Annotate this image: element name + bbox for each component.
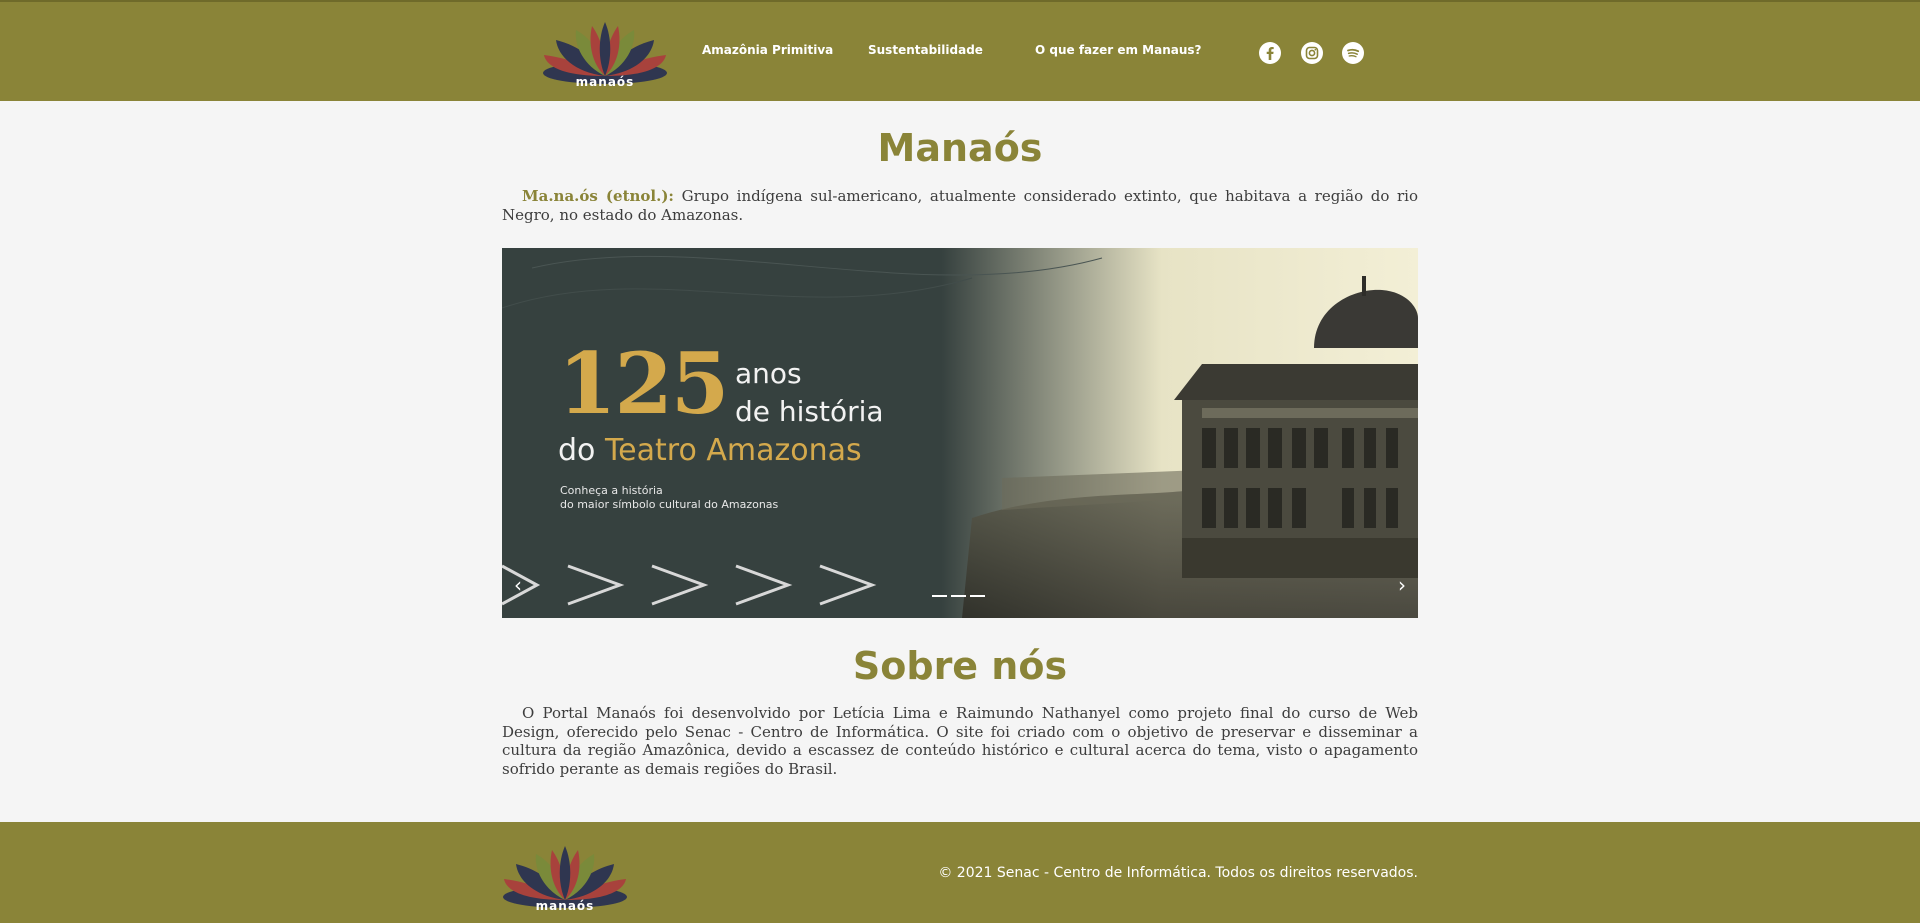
carousel-line3-highlight: Teatro Amazonas	[604, 433, 862, 468]
header-logo[interactable]: manaós	[540, 20, 670, 92]
carousel-indicators	[932, 595, 985, 597]
carousel-subtitle: Conheça a história do maior símbolo cult…	[560, 484, 778, 512]
carousel-line3-prefix: do	[558, 433, 605, 468]
carousel-line3: do Teatro Amazonas	[558, 436, 862, 466]
nav-sustentabilidade[interactable]: Sustentabilidade	[868, 43, 983, 57]
logo-wordmark: manaós	[575, 75, 635, 89]
carousel-indicator-3[interactable]	[970, 595, 985, 597]
carousel-indicator-2[interactable]	[951, 595, 966, 597]
carousel-subtitle-line1: Conheça a história	[560, 484, 663, 497]
page-title: Manaós	[877, 126, 1043, 170]
carousel-next-button[interactable]: ›	[1392, 573, 1412, 597]
site-header: manaós Amazônia Primitiva Sustentabilida…	[0, 0, 1920, 101]
facebook-link[interactable]	[1259, 42, 1281, 64]
carousel-number: 125	[558, 334, 729, 433]
intro-paragraph: Ma.na.ós (etnol.): Grupo indígena sul-am…	[502, 187, 1418, 224]
carousel-line2: de história	[735, 395, 884, 428]
about-paragraph: O Portal Manaós foi desenvolvido por Let…	[502, 704, 1418, 778]
about-title: Sobre nós	[852, 644, 1068, 688]
carousel-subtitle-line2: do maior símbolo cultural do Amazonas	[560, 498, 779, 511]
footer-copyright: © 2021 Senac - Centro de Informática. To…	[938, 865, 1418, 881]
instagram-icon	[1305, 46, 1319, 60]
footer-logo[interactable]: manaós	[500, 844, 630, 916]
carousel-indicator-1[interactable]	[932, 595, 947, 597]
nav-o-que-fazer[interactable]: O que fazer em Manaus?	[1035, 43, 1202, 57]
spotify-icon	[1347, 48, 1360, 58]
site-footer: manaós © 2021 Senac - Centro de Informát…	[0, 822, 1920, 923]
spotify-link[interactable]	[1342, 42, 1364, 64]
intro-term: Ma.na.ós (etnol.):	[522, 187, 674, 205]
facebook-icon	[1266, 47, 1274, 60]
image-carousel[interactable]: 125 anos de história do Teatro Amazonas …	[502, 248, 1418, 618]
logo-wordmark: manaós	[535, 899, 595, 913]
carousel-prev-button[interactable]: ‹	[508, 573, 528, 597]
nav-amazonia-primitiva[interactable]: Amazônia Primitiva	[702, 43, 833, 57]
instagram-link[interactable]	[1301, 42, 1323, 64]
carousel-line1: anos	[735, 357, 802, 390]
